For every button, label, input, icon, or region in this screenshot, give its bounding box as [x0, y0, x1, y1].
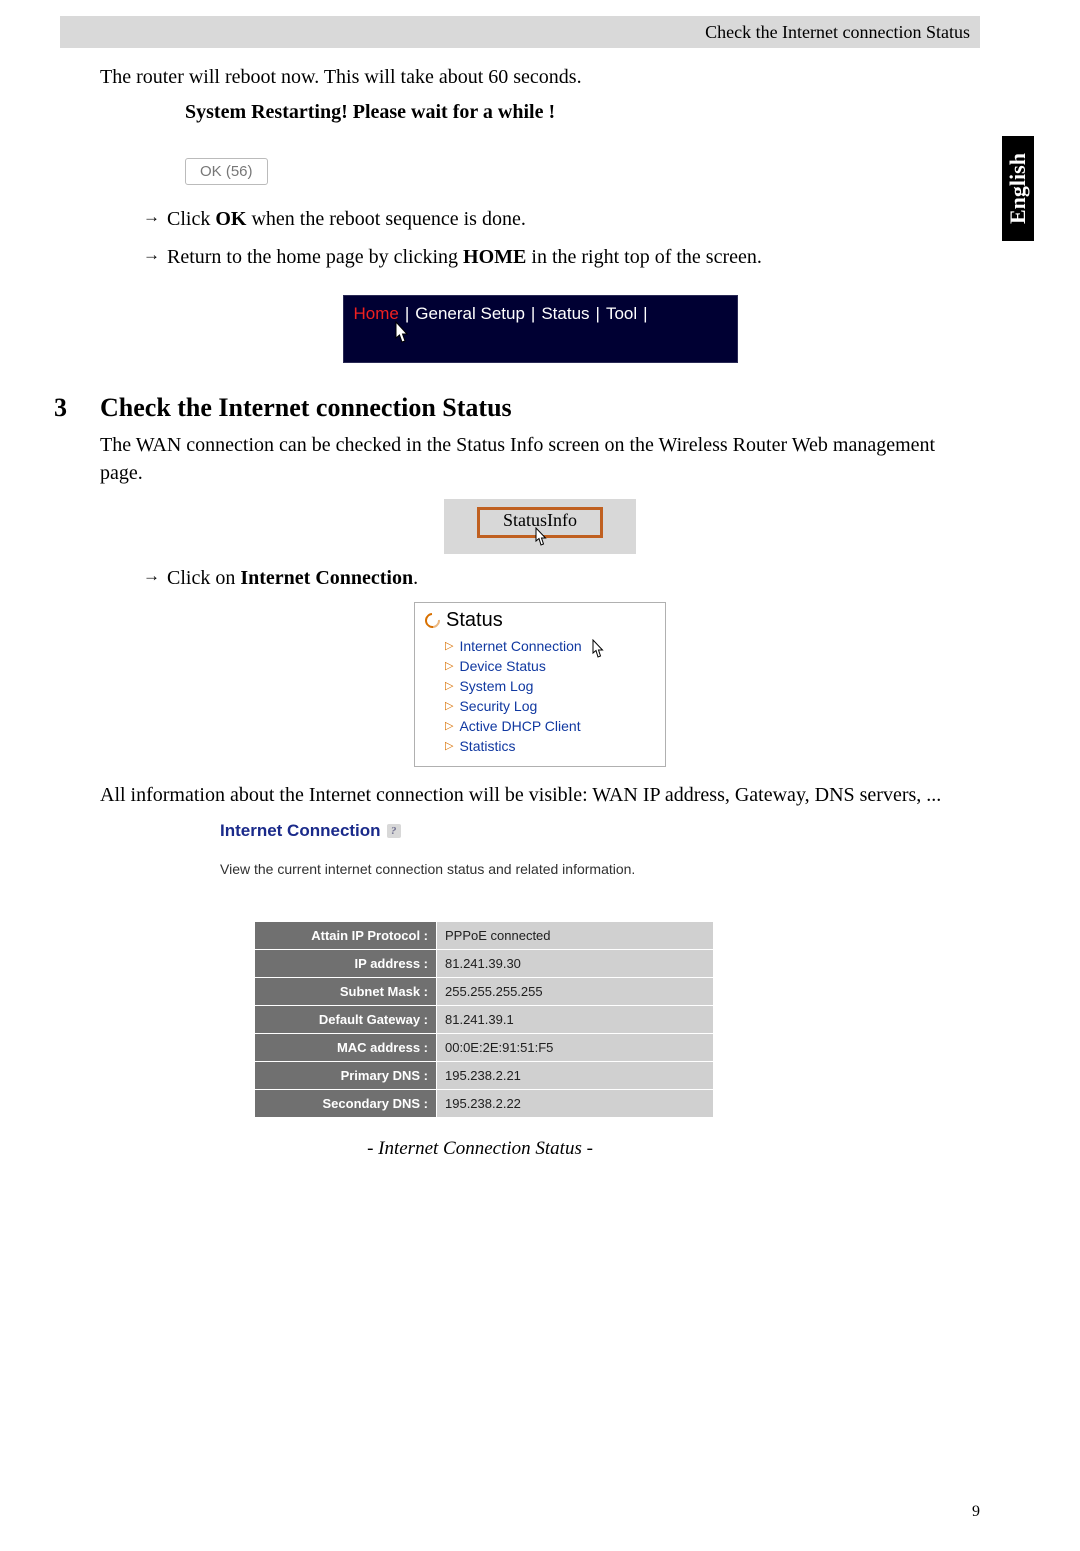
navbar-figure: Home | General Setup | Status | Tool | [343, 295, 738, 363]
section-title: Check the Internet connection Status [100, 393, 512, 423]
status-item-system-log[interactable]: ▷ System Log [445, 676, 655, 696]
internet-connection-desc: View the current internet connection sta… [220, 861, 740, 877]
status-bullet-icon [422, 610, 443, 631]
instruction-step: → Click OK when the reboot sequence is do… [143, 205, 980, 233]
cursor-icon [591, 639, 607, 664]
table-row: Primary DNS :195.238.2.21 [255, 1062, 714, 1090]
table-row: Subnet Mask :255.255.255.255 [255, 978, 714, 1006]
table-value: 255.255.255.255 [437, 978, 714, 1006]
triangle-right-icon: ▷ [445, 659, 453, 673]
table-value: 00:0E:2E:91:51:F5 [437, 1034, 714, 1062]
language-tab: English [1002, 136, 1034, 241]
status-item-label: System Log [459, 678, 533, 694]
section-number: 3 [54, 393, 100, 423]
table-label: MAC address : [255, 1034, 437, 1062]
status-item-internet-connection[interactable]: ▷ Internet Connection [445, 636, 655, 656]
status-item-label: Device Status [459, 658, 545, 674]
table-value: 195.238.2.22 [437, 1090, 714, 1118]
nav-status[interactable]: Status [541, 304, 589, 324]
table-label: Primary DNS : [255, 1062, 437, 1090]
ok-button[interactable]: OK (56) [185, 158, 268, 185]
internet-connection-title: Internet Connection ? [220, 821, 740, 841]
table-row: IP address :81.241.39.30 [255, 950, 714, 978]
instruction-text: Return to the home page by clicking HOME… [167, 243, 980, 271]
table-label: Attain IP Protocol : [255, 922, 437, 950]
nav-separator: | [596, 304, 600, 324]
nav-separator: | [531, 304, 535, 324]
table-value: 81.241.39.1 [437, 1006, 714, 1034]
status-item-label: Security Log [459, 698, 537, 714]
status-menu-figure: Status ▷ Internet Connection ▷ Device Statu… [414, 602, 666, 767]
arrow-right-icon: → [143, 205, 157, 229]
internet-connection-title-text: Internet Connection [220, 821, 381, 841]
statusinfo-figure: StatusInfo [444, 499, 636, 554]
breadcrumb: Check the Internet connection Status [705, 22, 970, 43]
table-label: Subnet Mask : [255, 978, 437, 1006]
triangle-right-icon: ▷ [445, 699, 453, 713]
table-label: IP address : [255, 950, 437, 978]
nav-general-setup[interactable]: General Setup [415, 304, 525, 324]
arrow-right-icon: → [143, 243, 157, 267]
table-label: Secondary DNS : [255, 1090, 437, 1118]
status-menu-title-text: Status [446, 609, 503, 632]
table-label: Default Gateway : [255, 1006, 437, 1034]
triangle-right-icon: ▷ [445, 639, 453, 653]
table-row: Default Gateway :81.241.39.1 [255, 1006, 714, 1034]
triangle-right-icon: ▷ [445, 719, 453, 733]
instruction-text: Click on Internet Connection. [167, 564, 980, 592]
restart-message: System Restarting! Please wait for a whi… [185, 101, 980, 124]
status-item-label: Active DHCP Client [459, 718, 580, 734]
internet-connection-table: Attain IP Protocol :PPPoE connectedIP ad… [254, 921, 714, 1118]
status-item-security-log[interactable]: ▷ Security Log [445, 696, 655, 716]
internet-connection-figure: Internet Connection ? View the current i… [220, 821, 740, 1160]
navbar: Home | General Setup | Status | Tool | [343, 295, 738, 363]
section-body: The WAN connection can be checked in the… [100, 431, 980, 487]
pointer-icon [390, 320, 412, 352]
help-icon[interactable]: ? [387, 824, 401, 838]
triangle-right-icon: ▷ [445, 739, 453, 753]
status-item-label: Statistics [459, 738, 515, 754]
cursor-icon [534, 527, 550, 552]
table-value: 81.241.39.30 [437, 950, 714, 978]
page-number: 9 [972, 1503, 980, 1521]
nav-separator: | [643, 304, 647, 324]
status-item-device-status[interactable]: ▷ Device Status [445, 656, 655, 676]
restart-figure: System Restarting! Please wait for a whi… [185, 101, 980, 185]
status-item-active-dhcp-client[interactable]: ▷ Active DHCP Client [445, 716, 655, 736]
table-row: MAC address :00:0E:2E:91:51:F5 [255, 1034, 714, 1062]
arrow-right-icon: → [143, 564, 157, 588]
status-menu-title: Status [425, 609, 655, 632]
table-value: PPPoE connected [437, 922, 714, 950]
status-item-statistics[interactable]: ▷ Statistics [445, 736, 655, 756]
table-row: Secondary DNS :195.238.2.22 [255, 1090, 714, 1118]
status-item-label: Internet Connection [459, 638, 581, 654]
instruction-step: → Return to the home page by clicking HOM… [143, 243, 980, 271]
instruction-text: Click OK when the reboot sequence is don… [167, 205, 980, 233]
header-bar: Check the Internet connection Status [60, 16, 980, 48]
table-row: Attain IP Protocol :PPPoE connected [255, 922, 714, 950]
nav-tool[interactable]: Tool [606, 304, 637, 324]
info-text: All information about the Internet conne… [100, 781, 980, 809]
intro-text: The router will reboot now. This will ta… [100, 66, 980, 89]
instruction-step: → Click on Internet Connection. [143, 564, 980, 592]
figure-caption: - Internet Connection Status - [220, 1138, 740, 1160]
table-value: 195.238.2.21 [437, 1062, 714, 1090]
triangle-right-icon: ▷ [445, 679, 453, 693]
